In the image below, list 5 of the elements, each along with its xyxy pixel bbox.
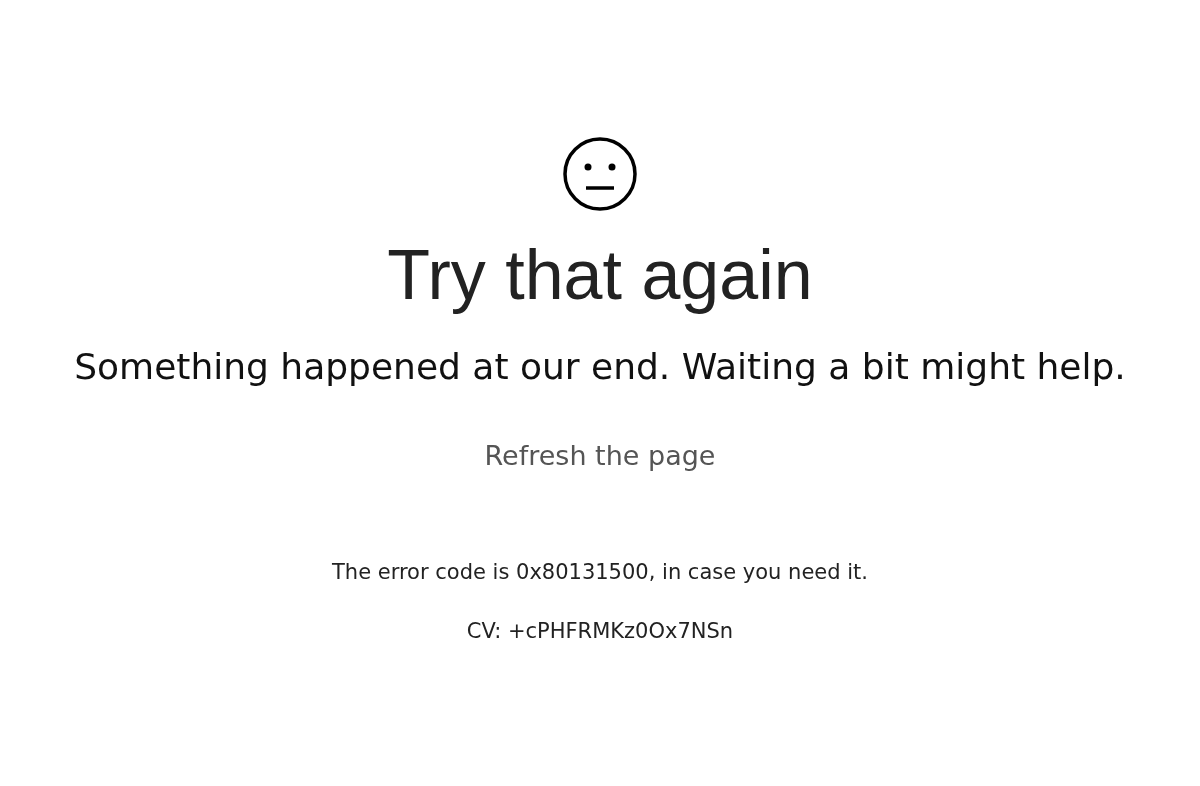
error-message: Something happened at our end. Waiting a bit might help. [74, 345, 1126, 389]
correlation-vector-text: CV: +cPHFRMKz0Ox7NSn [466, 618, 734, 645]
refresh-link[interactable]: Refresh the page [484, 436, 716, 477]
error-code-text: The error code is 0x80131500, in case you need it. [332, 558, 868, 586]
neutral-face-icon [560, 134, 640, 214]
